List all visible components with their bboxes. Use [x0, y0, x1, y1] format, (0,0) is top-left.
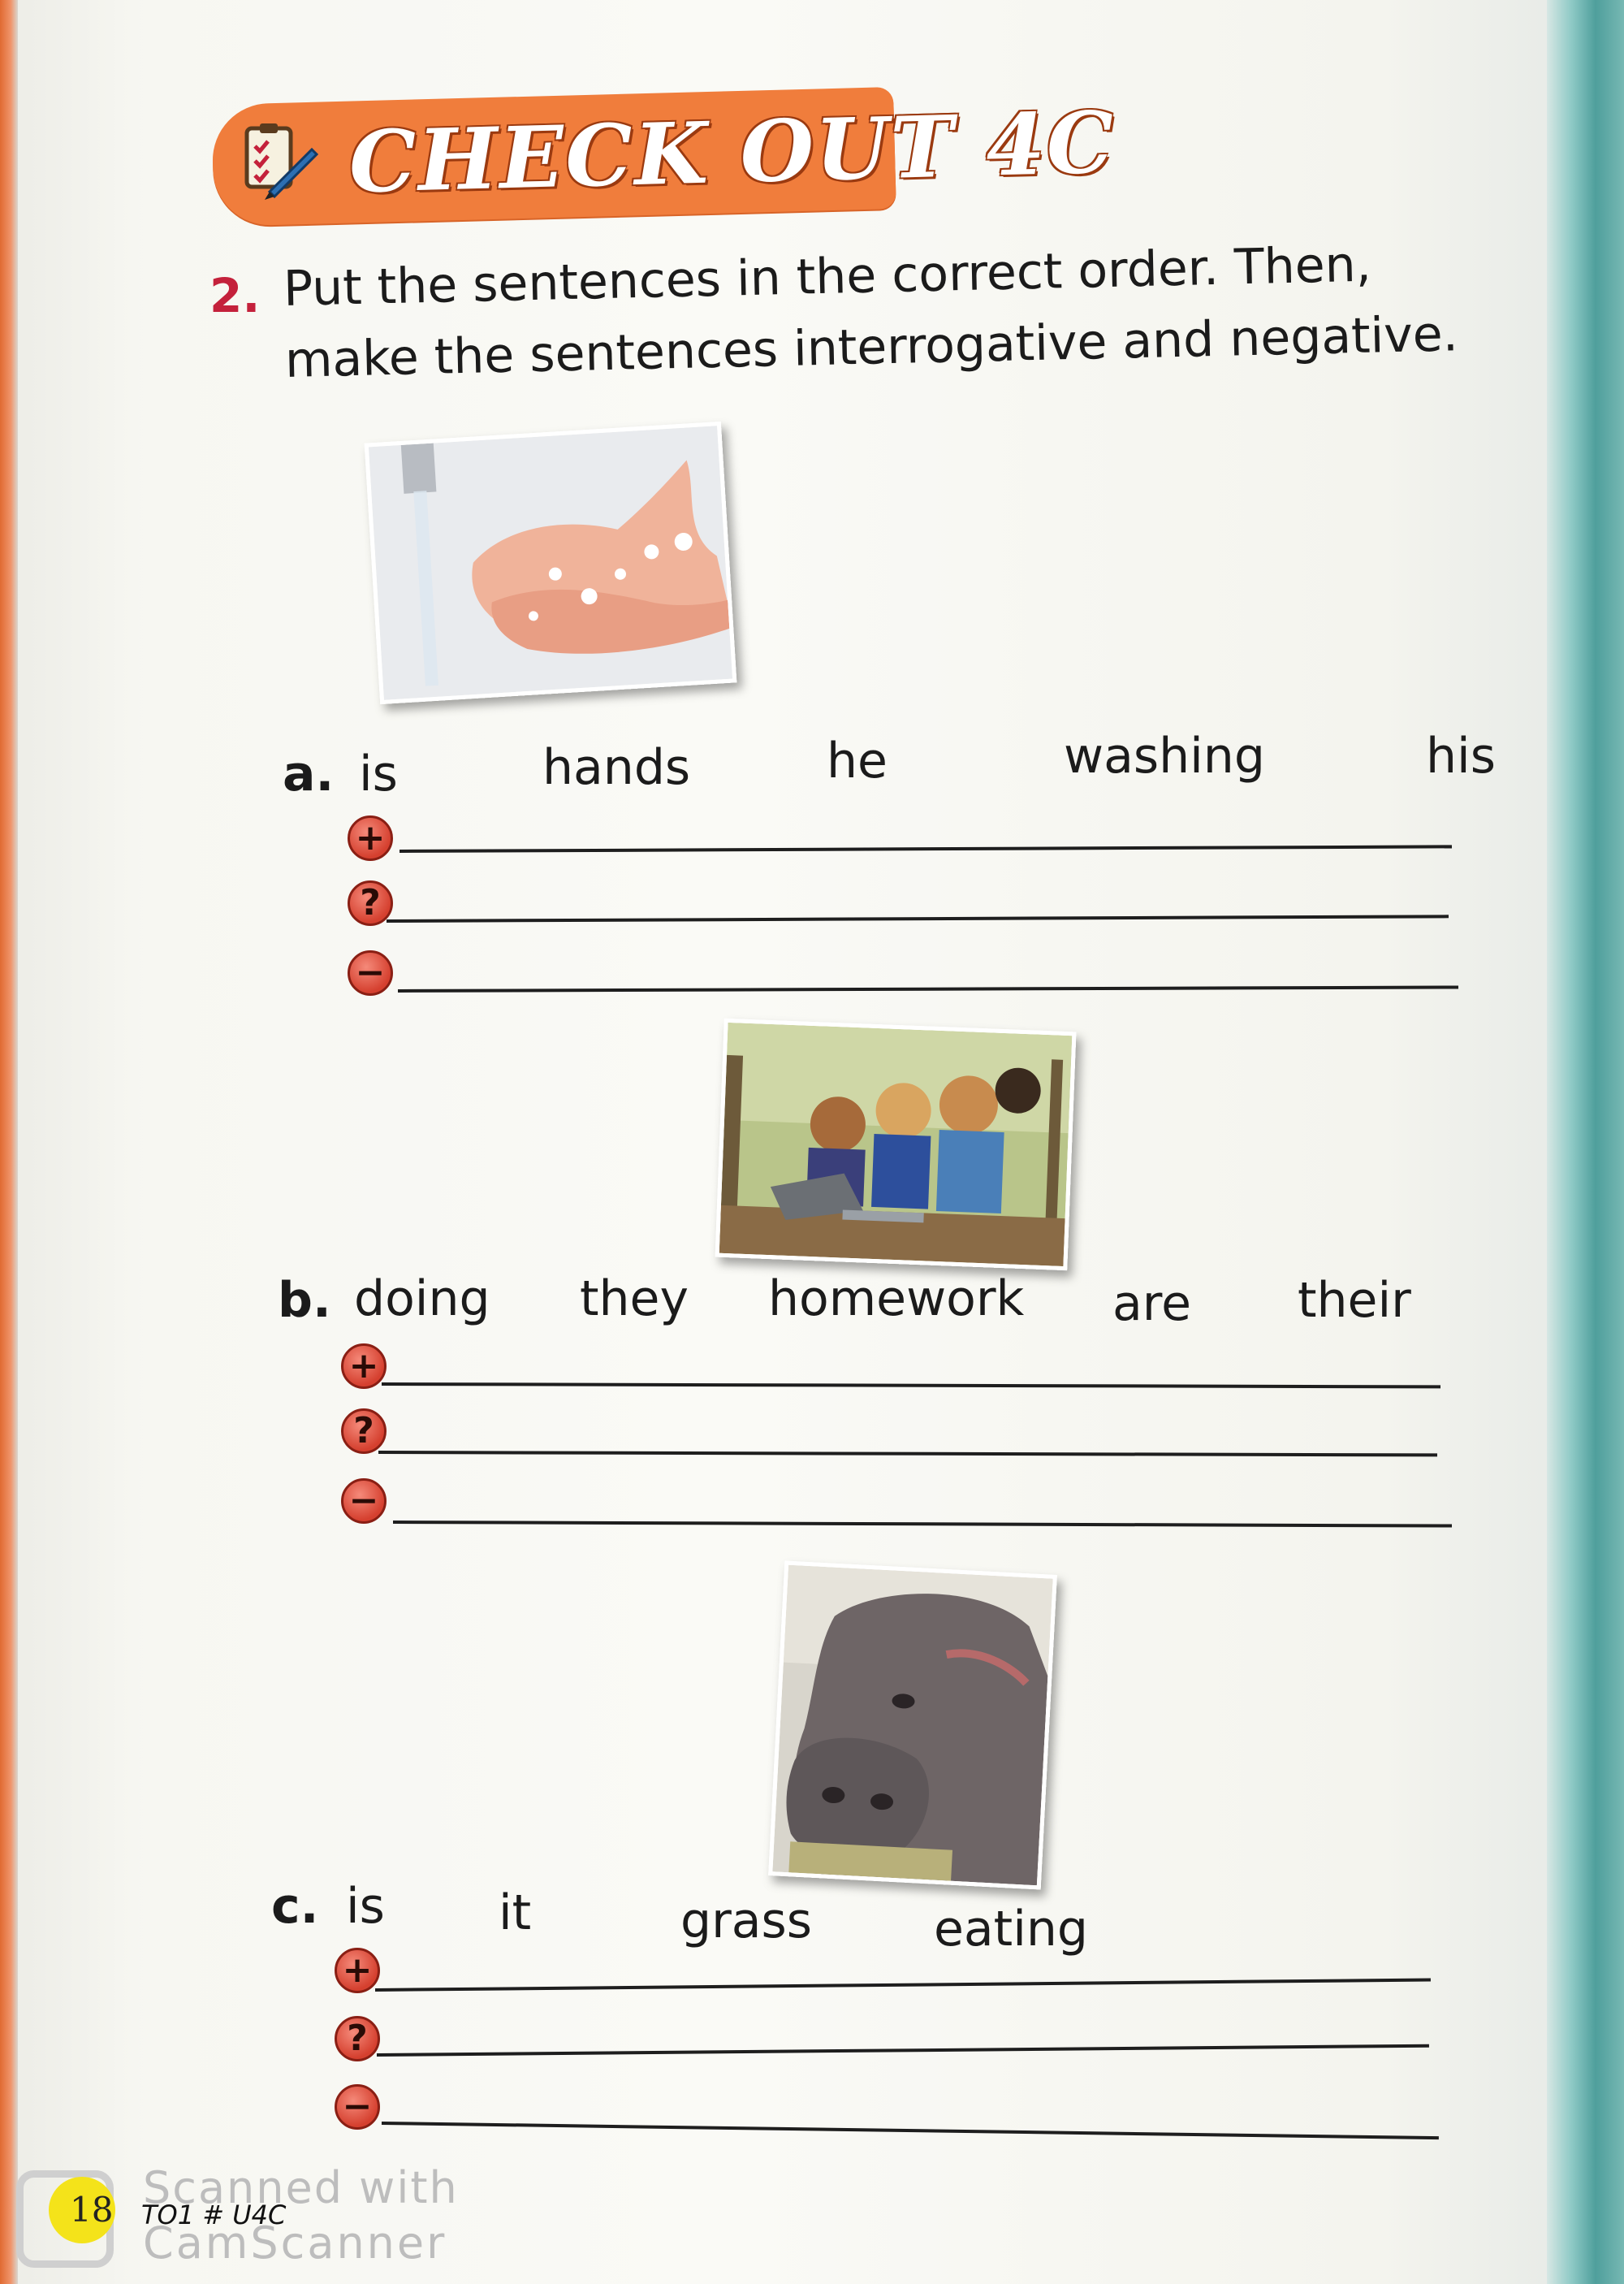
scrambled-word: hands [542, 739, 691, 796]
negative-mark-icon: − [341, 1478, 387, 1524]
scrambled-word: doing [354, 1270, 490, 1327]
answer-line-positive[interactable] [374, 1978, 1431, 1992]
clipboard-pen-icon [244, 123, 318, 200]
answer-line-negative[interactable] [397, 985, 1458, 993]
answer-line-negative[interactable] [381, 2122, 1439, 2140]
scrambled-word: homework [768, 1270, 1025, 1327]
instruction-text: Put the sentences in the correct order. … [283, 225, 1536, 396]
answer-line-positive[interactable] [381, 1382, 1441, 1389]
exercise-letter: a. [283, 746, 335, 802]
scrambled-word: eating [934, 1901, 1088, 1957]
girls-laptop-photo [715, 1018, 1077, 1271]
positive-mark-icon: + [335, 1948, 380, 1993]
page-edge-right [1547, 0, 1624, 2284]
scrambled-word: their [1298, 1272, 1411, 1329]
positive-mark-icon: + [341, 1343, 387, 1389]
answer-line-question[interactable] [376, 2044, 1429, 2057]
scrambled-word: is [346, 1878, 385, 1935]
page-number: 18 [70, 2190, 114, 2230]
watermark-line-2: CamScanner [143, 2217, 447, 2269]
banner-title: CHECK OUT 4C [348, 92, 1117, 213]
question-mark-icon: ? [335, 2016, 380, 2061]
scrambled-word: washing [1064, 728, 1265, 785]
page-edge-left [0, 0, 18, 2284]
scrambled-word: is [359, 746, 398, 802]
scrambled-word: are [1112, 1275, 1192, 1332]
scrambled-word: his [1426, 728, 1496, 785]
watermark-line-1: Scanned with [143, 2162, 459, 2213]
answer-line-negative[interactable] [392, 1521, 1452, 1528]
scrambled-word: grass [680, 1893, 813, 1949]
positive-mark-icon: + [348, 815, 393, 861]
hand-washing-photo [364, 421, 737, 705]
workbook-page: CHECK OUT 4C 2. Put the sentences in the… [0, 0, 1624, 2284]
scrambled-word: he [827, 733, 888, 789]
scrambled-word: it [499, 1884, 532, 1941]
answer-line-question[interactable] [378, 1451, 1438, 1457]
exercise-letter: c. [271, 1878, 319, 1935]
exercise-letter: b. [278, 1272, 331, 1329]
scrambled-word: they [580, 1270, 689, 1327]
negative-mark-icon: − [348, 950, 393, 996]
instruction-number: 2. [209, 268, 261, 323]
answer-line-positive[interactable] [399, 845, 1452, 853]
hippo-photo [768, 1560, 1057, 1890]
negative-mark-icon: − [335, 2084, 380, 2130]
answer-line-question[interactable] [386, 915, 1449, 923]
question-mark-icon: ? [341, 1408, 387, 1454]
